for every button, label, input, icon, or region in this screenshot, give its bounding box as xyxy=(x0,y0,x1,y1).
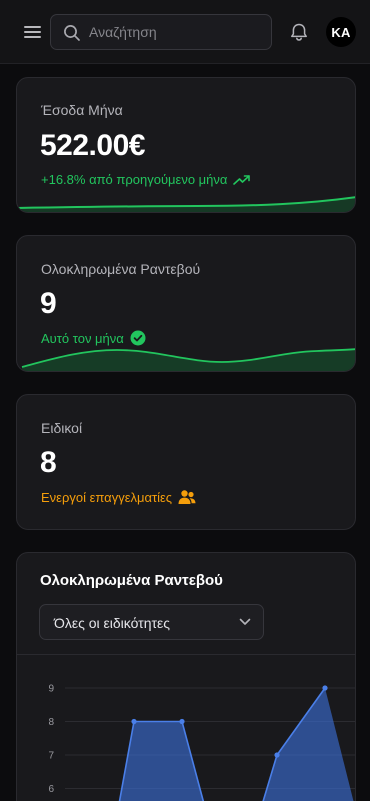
search-box[interactable] xyxy=(50,14,272,50)
income-card: Έσοδα Μήνα 522.00€ +16.8% από προηγούμεν… xyxy=(16,77,356,213)
appointments-chart-card: Ολοκληρωμένα Ραντεβού Όλες οι ειδικότητε… xyxy=(16,552,356,801)
income-change: +16.8% από προηγούμενο μήνα xyxy=(41,172,251,187)
appointments-sub: Αυτό τον μήνα xyxy=(41,330,146,346)
area-fill-1 xyxy=(119,721,204,801)
specialty-select[interactable]: Όλες οι ειδικότητες xyxy=(39,604,264,640)
users-icon xyxy=(178,490,196,504)
y-tick-label: 6 xyxy=(48,784,54,795)
check-circle-icon xyxy=(130,330,146,346)
data-point[interactable] xyxy=(322,685,328,691)
appointments-area-chart: 9 8 7 6 xyxy=(48,684,355,801)
specialists-sub: Ενεργοί επαγγελματίες xyxy=(41,489,196,505)
chevron-down-icon xyxy=(239,618,251,625)
area-fill-2 xyxy=(263,688,354,801)
data-point[interactable] xyxy=(274,752,280,758)
chart-title: Ολοκληρωμένα Ραντεβού xyxy=(40,572,223,589)
income-sparkline xyxy=(17,196,355,212)
trending-up-icon xyxy=(233,174,251,185)
avatar[interactable]: KA xyxy=(326,17,356,47)
specialists-label: Ειδικοί xyxy=(41,420,83,436)
specialists-card: Ειδικοί 8 Ενεργοί επαγγελματίες xyxy=(16,394,356,530)
specialists-value: 8 xyxy=(40,446,57,479)
y-tick-label: 8 xyxy=(48,717,54,728)
income-change-text: +16.8% από προηγούμενο μήνα xyxy=(41,172,228,187)
y-tick-label: 7 xyxy=(48,751,54,762)
appointments-label: Ολοκληρωμένα Ραντεβού xyxy=(41,261,201,277)
bell-icon[interactable] xyxy=(288,21,310,43)
search-input[interactable] xyxy=(89,15,269,49)
appointments-sub-text: Αυτό τον μήνα xyxy=(41,330,124,346)
appointments-sparkline xyxy=(21,348,355,371)
income-label: Έσοδα Μήνα xyxy=(41,102,123,118)
appointments-value: 9 xyxy=(40,287,57,320)
y-tick-label: 9 xyxy=(48,684,54,695)
data-point[interactable] xyxy=(179,718,185,725)
menu-icon[interactable] xyxy=(22,23,44,41)
data-point[interactable] xyxy=(131,718,137,725)
specialists-sub-text: Ενεργοί επαγγελματίες xyxy=(41,489,173,505)
appointments-card: Ολοκληρωμένα Ραντεβού 9 Αυτό τον μήνα xyxy=(16,235,356,372)
search-icon xyxy=(64,25,80,41)
specialty-select-value: Όλες οι ειδικότητες xyxy=(54,615,171,631)
income-value: 522.00€ xyxy=(40,129,145,162)
app-header: KA xyxy=(0,0,370,64)
